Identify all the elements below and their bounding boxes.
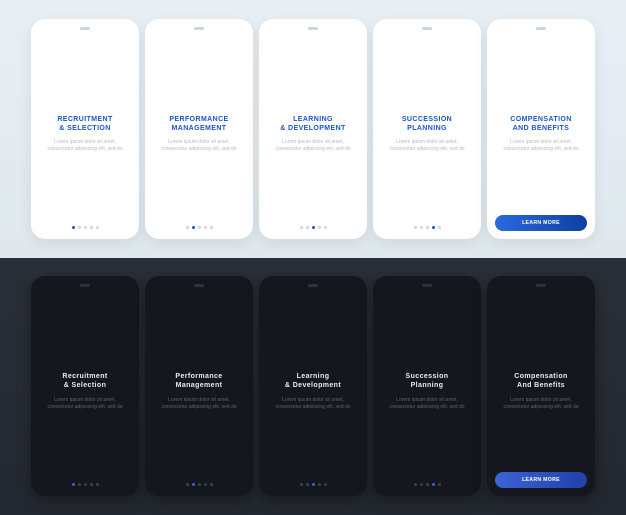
onboarding-screen: Learning & Development Lorem ipsum dolor… bbox=[259, 276, 367, 496]
phone-notch bbox=[80, 27, 90, 30]
dark-theme-row: Recruitment & Selection Lorem ipsum dolo… bbox=[0, 258, 626, 515]
phone-notch bbox=[536, 284, 546, 287]
phone-notch bbox=[194, 284, 204, 287]
page-indicator[interactable] bbox=[31, 483, 139, 486]
onboarding-screen: COMPENSATION AND BENEFITS Lorem ipsum do… bbox=[487, 19, 595, 239]
phone-notch bbox=[422, 27, 432, 30]
onboarding-screen: Compensation And Benefits Lorem ipsum do… bbox=[487, 276, 595, 496]
phone-notch bbox=[80, 284, 90, 287]
page-indicator[interactable] bbox=[145, 483, 253, 486]
phone-notch bbox=[194, 27, 204, 30]
onboarding-screen: Succession Planning Lorem ipsum dolor si… bbox=[373, 276, 481, 496]
screen-title: LEARNING & DEVELOPMENT bbox=[280, 116, 345, 134]
onboarding-screen: LEARNING & DEVELOPMENT Lorem ipsum dolor… bbox=[259, 19, 367, 239]
screen-title: Recruitment & Selection bbox=[62, 373, 107, 391]
succession-icon bbox=[384, 34, 470, 114]
screen-body: Lorem ipsum dolor sit amet, consectetur … bbox=[265, 139, 361, 153]
page-indicator[interactable] bbox=[373, 226, 481, 229]
compensation-icon bbox=[498, 34, 584, 114]
succession-icon bbox=[384, 291, 470, 371]
page-indicator[interactable] bbox=[145, 226, 253, 229]
screen-body: Lorem ipsum dolor sit amet, consectetur … bbox=[379, 397, 475, 411]
onboarding-screen: PERFORMANCE MANAGEMENT Lorem ipsum dolor… bbox=[145, 19, 253, 239]
learn-more-button[interactable]: LEARN MORE bbox=[495, 472, 587, 488]
screen-title: RECRUITMENT & SELECTION bbox=[57, 116, 112, 134]
page-indicator[interactable] bbox=[373, 483, 481, 486]
learn-more-button[interactable]: LEARN MORE bbox=[495, 215, 587, 231]
screen-body: Lorem ipsum dolor sit amet, consectetur … bbox=[151, 139, 247, 153]
onboarding-screen: Recruitment & Selection Lorem ipsum dolo… bbox=[31, 276, 139, 496]
phone-notch bbox=[308, 27, 318, 30]
screen-title: SUCCESSION PLANNING bbox=[402, 116, 452, 134]
page-indicator[interactable] bbox=[259, 483, 367, 486]
page-indicator[interactable] bbox=[259, 226, 367, 229]
onboarding-screen: Performance Management Lorem ipsum dolor… bbox=[145, 276, 253, 496]
performance-icon bbox=[156, 34, 242, 114]
phone-notch bbox=[422, 284, 432, 287]
onboarding-screen: RECRUITMENT & SELECTION Lorem ipsum dolo… bbox=[31, 19, 139, 239]
screen-title: Learning & Development bbox=[285, 373, 341, 391]
screen-body: Lorem ipsum dolor sit amet, consectetur … bbox=[151, 397, 247, 411]
screen-title: Compensation And Benefits bbox=[514, 373, 567, 391]
screen-title: PERFORMANCE MANAGEMENT bbox=[169, 116, 228, 134]
screen-body: Lorem ipsum dolor sit amet, consectetur … bbox=[37, 397, 133, 411]
recruitment-icon bbox=[42, 34, 128, 114]
learning-icon bbox=[270, 291, 356, 371]
onboarding-screen: SUCCESSION PLANNING Lorem ipsum dolor si… bbox=[373, 19, 481, 239]
screen-title: Performance Management bbox=[175, 373, 222, 391]
screen-title: COMPENSATION AND BENEFITS bbox=[510, 116, 571, 134]
screen-body: Lorem ipsum dolor sit amet, consectetur … bbox=[379, 139, 475, 153]
performance-icon bbox=[156, 291, 242, 371]
learning-icon bbox=[270, 34, 356, 114]
light-theme-row: RECRUITMENT & SELECTION Lorem ipsum dolo… bbox=[0, 0, 626, 258]
recruitment-icon bbox=[42, 291, 128, 371]
compensation-icon bbox=[498, 291, 584, 371]
phone-notch bbox=[308, 284, 318, 287]
phone-notch bbox=[536, 27, 546, 30]
screen-title: Succession Planning bbox=[406, 373, 449, 391]
page-indicator[interactable] bbox=[31, 226, 139, 229]
screen-body: Lorem ipsum dolor sit amet, consectetur … bbox=[493, 139, 589, 153]
screen-body: Lorem ipsum dolor sit amet, consectetur … bbox=[493, 397, 589, 411]
screen-body: Lorem ipsum dolor sit amet, consectetur … bbox=[37, 139, 133, 153]
screen-body: Lorem ipsum dolor sit amet, consectetur … bbox=[265, 397, 361, 411]
